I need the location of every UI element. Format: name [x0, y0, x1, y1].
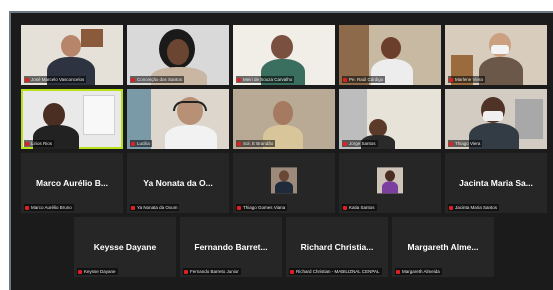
participant-name-label: Marco Aurélio Bruno: [24, 204, 74, 211]
participant-name-label: Lirios Rios: [24, 140, 55, 147]
muted-mic-icon: [290, 269, 294, 274]
participant-name-label: Katia Santos: [342, 204, 377, 211]
participant-video: [271, 35, 293, 59]
participant-tile[interactable]: José Marcelo Vasconcelos: [21, 25, 123, 85]
participant-avatar: [382, 181, 398, 194]
muted-mic-icon: [343, 141, 347, 146]
profile-picture: [271, 167, 297, 194]
muted-mic-icon: [343, 205, 347, 210]
muted-mic-icon: [449, 77, 453, 82]
headset: [173, 101, 207, 111]
muted-mic-icon: [237, 141, 241, 146]
muted-mic-icon: [131, 205, 135, 210]
muted-mic-icon: [343, 77, 347, 82]
participant-display-name: Margareth Alme...: [407, 242, 479, 252]
muted-mic-icon: [237, 205, 241, 210]
muted-mic-icon: [131, 77, 135, 82]
participant-name-label: Pe. Raúl Cárdigo: [342, 76, 386, 83]
participant-tile[interactable]: Jorge Santos: [339, 89, 441, 149]
muted-mic-icon: [131, 141, 135, 146]
participant-name-label: Marlene Viera: [448, 76, 485, 83]
participant-name-label: Ya Nonata da Oxum: [130, 204, 180, 211]
participant-name-label: Keysse Dayane: [77, 268, 118, 275]
participant-name-label: José Marcelo Vasconcelos: [24, 76, 87, 83]
participant-tile[interactable]: Ya Nonata da O... Ya Nonata da Oxum: [127, 153, 229, 213]
participant-avatar: [275, 181, 293, 194]
participant-display-name: Marco Aurélio B...: [36, 178, 108, 188]
participant-tile-active-speaker[interactable]: Lirios Rios: [21, 89, 123, 149]
participant-avatar: [279, 170, 289, 182]
muted-mic-icon: [78, 269, 82, 274]
participant-tile[interactable]: Katia Santos: [339, 153, 441, 213]
participant-tile[interactable]: Conceição dos Santos: [127, 25, 229, 85]
participant-name-label: Jorge Santos: [342, 140, 378, 147]
participant-video: [167, 39, 189, 65]
muted-mic-icon: [25, 141, 29, 146]
muted-mic-icon: [449, 205, 453, 210]
participant-tile[interactable]: Keysse Dayane Keysse Dayane: [74, 217, 176, 277]
participant-video: [479, 57, 523, 85]
face-mask: [491, 45, 509, 54]
participant-tile[interactable]: Fernando Barret... Fernando Barreto Juni…: [180, 217, 282, 277]
muted-mic-icon: [184, 269, 188, 274]
participant-name-label: Jacinta Maria Santos: [448, 204, 500, 211]
participant-video: [381, 37, 401, 59]
participant-display-name: Fernando Barret...: [194, 242, 268, 252]
participant-display-name: Ya Nonata da O...: [143, 178, 213, 188]
participant-name-label: Lucilia: [130, 140, 152, 147]
participant-avatar: [385, 170, 395, 182]
participant-video: [43, 103, 65, 127]
participant-name-label: Fernando Barreto Junior: [183, 268, 241, 275]
muted-mic-icon: [25, 77, 29, 82]
participant-name-label: Margareth Almeida: [395, 268, 442, 275]
participant-tile[interactable]: Margareth Alme... Margareth Almeida: [392, 217, 494, 277]
participant-tile[interactable]: Pe. Raúl Cárdigo: [339, 25, 441, 85]
participant-name-label: Thiago Viera: [448, 140, 483, 147]
participant-display-name: Jacinta Maria Sa...: [459, 178, 533, 188]
muted-mic-icon: [237, 77, 241, 82]
muted-mic-icon: [396, 269, 400, 274]
participant-tile[interactable]: Marco Aurélio B... Marco Aurélio Bruno: [21, 153, 123, 213]
participant-display-name: Richard Christia...: [300, 242, 374, 252]
video-background: [83, 95, 115, 135]
participant-name-label: Thiago Gomes Viana: [236, 204, 288, 211]
participant-tile[interactable]: Thiago Gomes Viana: [233, 153, 335, 213]
participant-name-label: Richard Christian - MABILIZNAL CENPAL: [289, 268, 382, 275]
participant-tile[interactable]: Marlene Viera: [445, 25, 547, 85]
participant-video: [165, 125, 217, 149]
participant-video: [61, 35, 81, 57]
participant-display-name: Keysse Dayane: [93, 242, 157, 252]
participant-tile[interactable]: Richard Christia... Richard Christian - …: [286, 217, 388, 277]
gallery-view: José Marcelo Vasconcelos Conceição dos S…: [9, 11, 553, 290]
participant-tile[interactable]: Thiago Viera: [445, 89, 547, 149]
participant-name-label: Conceição dos Santos: [130, 76, 185, 83]
participant-name-label: Meiri de Souza Carvalho: [236, 76, 295, 83]
profile-picture: [377, 167, 403, 194]
video-background: [515, 99, 543, 139]
participant-video: [273, 101, 293, 125]
participant-tile[interactable]: Jacinta Maria Sa... Jacinta Maria Santos: [445, 153, 547, 213]
participant-tile[interactable]: Sol. E Brandão: [233, 89, 335, 149]
participant-tile[interactable]: Meiri de Souza Carvalho: [233, 25, 335, 85]
participant-tile[interactable]: Lucilia: [127, 89, 229, 149]
face-mask: [483, 111, 503, 121]
muted-mic-icon: [25, 205, 29, 210]
participant-name-label: Sol. E Brandão: [236, 140, 276, 147]
video-background: [81, 29, 103, 47]
muted-mic-icon: [449, 141, 453, 146]
